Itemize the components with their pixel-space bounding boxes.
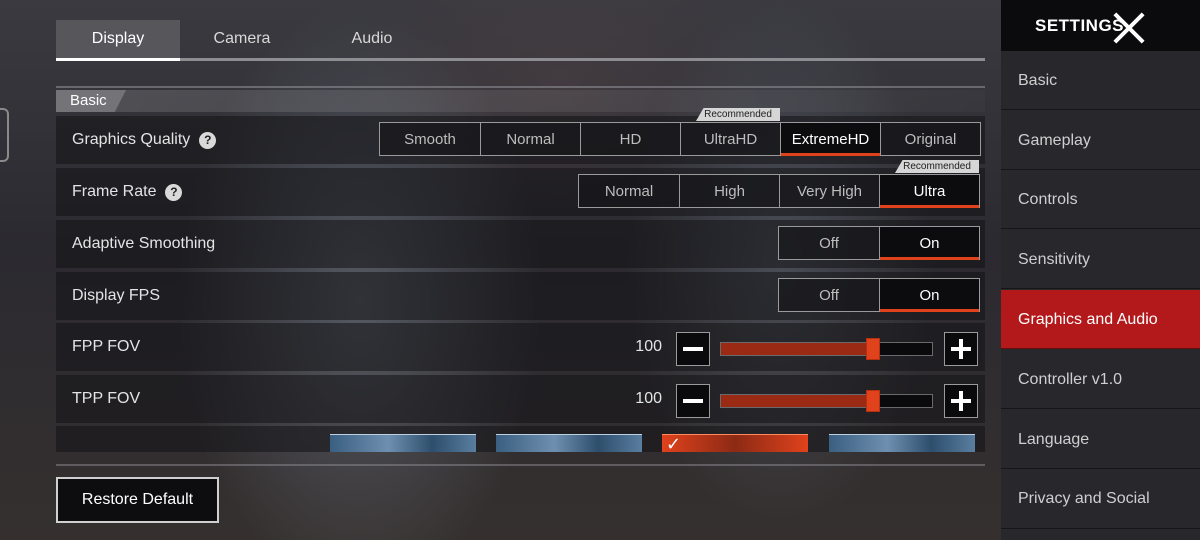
restore-default-button[interactable]: Restore Default (56, 477, 219, 523)
crosshair-preview-3[interactable]: ✓ (662, 434, 808, 452)
sidebar-item-privacy-and-social[interactable]: Privacy and Social (1001, 469, 1200, 529)
frame-rate-selector: Normal High Very High Recommended Ultra (578, 160, 980, 208)
frame-rate-option-normal[interactable]: Normal (579, 175, 679, 207)
frame-rate-label: Frame Rate (72, 183, 157, 200)
plus-icon-vertical (959, 391, 963, 411)
tab-bar-underline (56, 58, 985, 61)
graphics-quality-label: Graphics Quality (72, 131, 191, 148)
display-fps-on[interactable]: On (879, 279, 979, 312)
graphics-quality-label-wrap: Graphics Quality ? (72, 116, 217, 164)
fpp-fov-row: FPP FOV 100 (56, 323, 985, 371)
adaptive-smoothing-row: Adaptive Smoothing Off On (56, 220, 985, 268)
tpp-fov-row: TPP FOV 100 (56, 375, 985, 423)
settings-title: SETTINGS (1035, 15, 1125, 35)
sidebar-item-gameplay[interactable]: Gameplay (1001, 111, 1200, 170)
minus-icon (683, 347, 703, 351)
frame-rate-option-very-high-label: Very High (796, 182, 863, 200)
x-close-icon[interactable] (1113, 12, 1145, 44)
section-divider (56, 86, 985, 88)
recommended-badge: Recommended (696, 108, 780, 121)
recommended-badge: Recommended (895, 160, 979, 173)
section-header-label: Basic (56, 90, 126, 112)
adaptive-smoothing-toggle: Off On (778, 226, 980, 260)
crosshair-preview-1[interactable] (330, 434, 476, 452)
tpp-fov-label: TPP FOV (72, 390, 141, 407)
active-tab-indicator (56, 58, 180, 61)
frame-rate-label-wrap: Frame Rate ? (72, 168, 183, 216)
minus-icon (683, 399, 703, 403)
crosshair-preview-2[interactable] (496, 434, 642, 452)
fpp-fov-slider-thumb[interactable] (866, 338, 880, 360)
fpp-fov-slider[interactable] (720, 338, 933, 360)
crosshair-preview-strip: ✓ (56, 426, 985, 452)
tpp-fov-increase-button[interactable] (944, 384, 978, 418)
display-fps-off[interactable]: Off (779, 279, 879, 311)
fpp-fov-slider-fill (721, 343, 873, 355)
graphics-quality-option-original[interactable]: Original (880, 123, 980, 155)
adaptive-smoothing-label: Adaptive Smoothing (72, 235, 216, 252)
graphics-quality-option-ultrahd[interactable]: UltraHD Recommended (680, 108, 780, 155)
graphics-quality-option-hd[interactable]: HD (580, 123, 680, 155)
settings-sidebar: SETTINGS Basic Gameplay Controls Sensiti… (1001, 0, 1200, 540)
graphics-quality-option-extremehd[interactable]: ExtremeHD (780, 123, 880, 156)
display-fps-row: Display FPS Off On (56, 272, 985, 320)
top-tab-bar: Display Camera Audio (56, 20, 985, 61)
settings-header: SETTINGS (1001, 0, 1200, 51)
tpp-fov-slider-fill (721, 395, 873, 407)
plus-icon-vertical (959, 339, 963, 359)
sidebar-item-basic[interactable]: Basic (1001, 51, 1200, 110)
check-icon: ✓ (666, 434, 682, 452)
left-edge-bracket (0, 108, 9, 162)
crosshair-preview-4[interactable] (829, 434, 975, 452)
section-header: Basic (56, 90, 985, 112)
display-fps-toggle: Off On (778, 278, 980, 312)
graphics-quality-selector: Smooth Normal HD UltraHD Recommended Ext… (379, 108, 981, 156)
sidebar-item-controller[interactable]: Controller v1.0 (1001, 350, 1200, 409)
question-circle-icon[interactable]: ? (199, 131, 217, 149)
graphics-quality-option-smooth[interactable]: Smooth (380, 123, 480, 155)
frame-rate-option-very-high[interactable]: Very High Recommended (779, 160, 979, 207)
sidebar-item-graphics-and-audio[interactable]: Graphics and Audio (1001, 290, 1200, 349)
tab-camera[interactable]: Camera (180, 20, 304, 58)
tpp-fov-slider[interactable] (720, 390, 933, 412)
adaptive-smoothing-off[interactable]: Off (779, 227, 879, 259)
fpp-fov-increase-button[interactable] (944, 332, 978, 366)
question-circle-icon[interactable]: ? (165, 183, 183, 201)
tab-audio[interactable]: Audio (310, 20, 434, 58)
tpp-fov-slider-thumb[interactable] (866, 390, 880, 412)
fpp-fov-decrease-button[interactable] (676, 332, 710, 366)
bottom-divider (56, 464, 985, 466)
graphics-quality-row: Graphics Quality ? Smooth Normal HD Ultr… (56, 108, 985, 164)
graphics-quality-option-ultrahd-label: UltraHD (703, 130, 758, 148)
frame-rate-option-ultra[interactable]: Ultra (879, 175, 979, 208)
tpp-fov-decrease-button[interactable] (676, 384, 710, 418)
sidebar-item-language[interactable]: Language (1001, 410, 1200, 469)
frame-rate-row: Frame Rate ? Normal High Very High Recom… (56, 160, 985, 216)
display-fps-label: Display FPS (72, 287, 161, 304)
tab-display[interactable]: Display (56, 20, 180, 58)
sidebar-item-controls[interactable]: Controls (1001, 170, 1200, 229)
tpp-fov-value: 100 (635, 390, 662, 407)
adaptive-smoothing-on[interactable]: On (879, 227, 979, 260)
graphics-quality-option-normal[interactable]: Normal (480, 123, 580, 155)
sidebar-item-sensitivity[interactable]: Sensitivity (1001, 230, 1200, 289)
frame-rate-option-high[interactable]: High (679, 175, 779, 207)
fpp-fov-label: FPP FOV (72, 338, 141, 355)
fpp-fov-value: 100 (635, 338, 662, 355)
